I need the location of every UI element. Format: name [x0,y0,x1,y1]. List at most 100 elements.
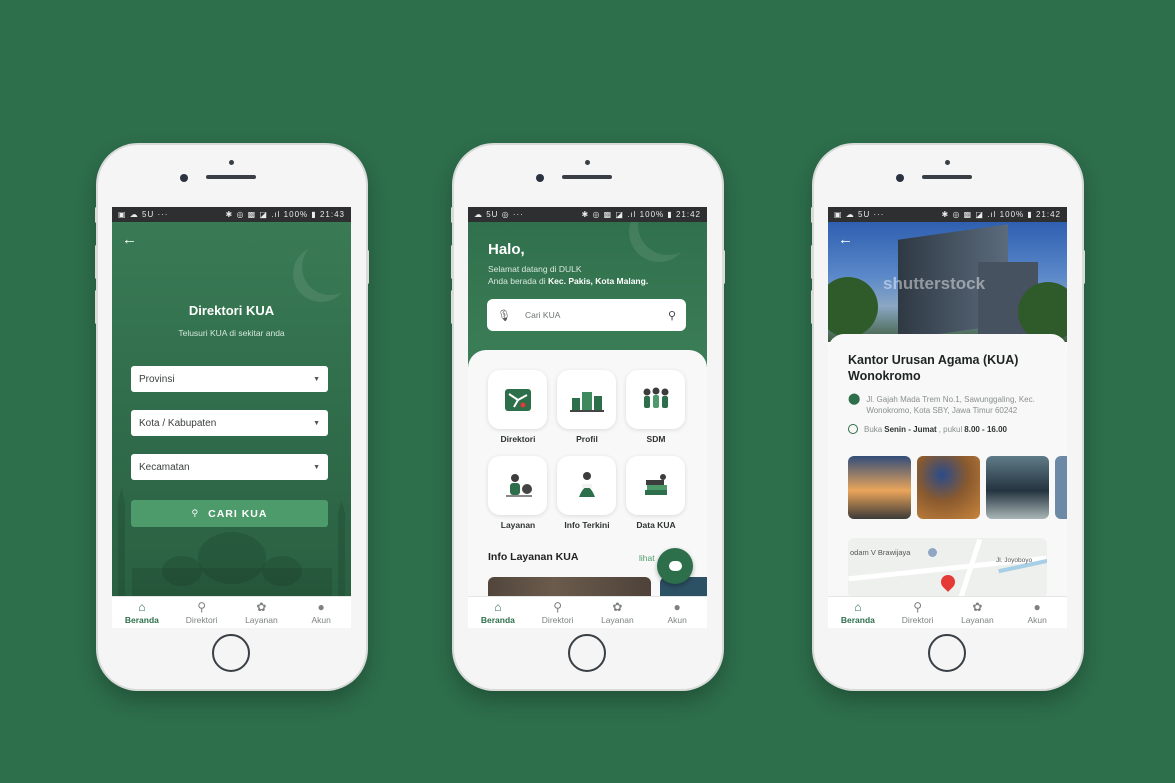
cari-kua-button[interactable]: ⚲ CARI KUA [131,500,328,527]
home-button[interactable] [568,634,606,672]
user-icon: ● [673,599,681,614]
user-icon: ● [317,599,325,614]
screen-detail-kua: ▣ ☁ 5U ··· ✱ ◎ ▩ ◪ .ıl 100% ▮ 21:42 shut… [828,207,1067,628]
menu-tile-profil[interactable] [557,370,616,429]
phone-frame-direktori: ▣ ☁ 5U ··· ✱ ◎ ▩ ◪ .ıl 100% ▮ 21:43 ← Di… [95,145,369,689]
nav-beranda[interactable]: ⌂ Beranda [468,597,528,628]
chevron-down-icon: ▼ [313,419,320,427]
search-kua-input[interactable]: 🎙 Cari KUA ⚲ [487,299,686,331]
chevron-down-icon: ▼ [313,463,320,471]
nav-direktori[interactable]: ⚲ Direktori [528,597,588,628]
kecamatan-dropdown-label: Kecamatan [139,461,190,473]
hours-prefix: Buka [864,424,883,434]
mosque-silhouette-decoration [117,488,346,596]
kecamatan-dropdown[interactable]: Kecamatan ▼ [131,454,328,480]
map-place-icon [928,548,937,557]
proximity-sensor [945,160,950,165]
address-row: ⬤ Jl. Gajah Mada Trem No.1, Sawunggaling… [848,394,1048,416]
status-left: ▣ ☁ 5U ··· [118,210,169,219]
map-pin-icon: ⚲ [913,599,923,614]
page-subtitle: Telusuri KUA di sekitar anda [178,328,285,338]
welcome-line: Selamat datang di DULK [488,264,582,274]
nav-akun[interactable]: ● Akun [1007,597,1067,628]
nav-layanan[interactable]: ✿ Layanan [588,597,648,628]
nav-direktori[interactable]: ⚲ Direktori [888,597,948,628]
handshake-icon: ✿ [612,599,623,614]
front-camera [180,174,188,182]
map-icon [504,388,531,411]
map-label: Jl. Joyoboyo [996,557,1033,564]
clock-icon [848,424,858,434]
gallery-photo[interactable] [848,456,911,519]
chat-fab-button[interactable] [657,548,693,584]
microphone-icon[interactable]: 🎙 [497,309,511,322]
nav-layanan[interactable]: ✿ Layanan [232,597,292,628]
crescent-moon-decoration [302,239,351,295]
map-pin-icon: ⚲ [197,599,207,614]
menu-label-data-kua: Data KUA [636,520,676,530]
menu-tile-sdm[interactable] [626,370,685,429]
nav-beranda[interactable]: ⌂ Beranda [828,597,888,628]
photo-watermark: shutterstock [883,274,986,293]
gallery-photo[interactable] [1055,456,1067,519]
books-icon [644,473,667,495]
menu-tile-info-terkini[interactable] [557,456,616,515]
map-pin-icon: ⚲ [553,599,563,614]
nav-label: Layanan [245,614,278,625]
chat-bubble-icon [668,561,682,571]
location-pin-icon: ⬤ [848,393,861,405]
building-icon [569,391,604,412]
gallery-photo[interactable] [917,456,980,519]
provinsi-dropdown[interactable]: Provinsi ▼ [131,366,328,392]
home-button[interactable] [212,634,250,672]
home-icon: ⌂ [494,599,502,614]
kota-kabupaten-dropdown[interactable]: Kota / Kabupaten ▼ [131,410,328,436]
nav-label: Beranda [840,614,875,625]
screen-direktori-kua: ▣ ☁ 5U ··· ✱ ◎ ▩ ◪ .ıl 100% ▮ 21:43 ← Di… [112,207,351,628]
menu-tile-direktori[interactable] [488,370,547,429]
nav-layanan[interactable]: ✿ Layanan [948,597,1008,628]
nav-label: Direktori [901,614,934,625]
proximity-sensor [229,160,234,165]
back-arrow-icon[interactable]: ← [122,231,137,248]
home-icon: ⌂ [854,599,862,614]
nav-label: Layanan [961,614,994,625]
menu-label-sdm: SDM [646,434,666,444]
service-desk-icon [505,473,532,497]
status-bar: ☁ 5U ◎ ··· ✱ ◎ ▩ ◪ .ıl 100% ▮ 21:42 [468,207,707,222]
nav-akun[interactable]: ● Akun [647,597,707,628]
menu-tile-data-kua[interactable] [626,456,685,515]
hours-mid: , pukul [938,424,963,434]
nav-direktori[interactable]: ⚲ Direktori [172,597,232,628]
home-button[interactable] [928,634,966,672]
kota-dropdown-label: Kota / Kabupaten [139,417,217,429]
search-icon[interactable]: ⚲ [668,309,676,322]
earpiece-speaker [562,175,612,179]
earpiece-speaker [206,175,256,179]
location-value: Kec. Pakis, Kota Malang. [548,276,649,286]
nav-akun[interactable]: ● Akun [291,597,351,628]
status-right: ✱ ◎ ▩ ◪ .ıl 100% ▮ 21:43 [225,210,345,219]
status-left: ▣ ☁ 5U ··· [834,210,885,219]
menu-label-layanan: Layanan [500,520,536,530]
location-line: Anda berada di Kec. Pakis, Kota Malang. [488,275,648,287]
page-title: Direktori KUA [188,303,275,318]
provinsi-dropdown-label: Provinsi [139,373,175,385]
welcome-text: Selamat datang di DULK Anda berada di Ke… [488,263,648,287]
nav-label: Beranda [124,614,159,625]
gallery-photo[interactable] [986,456,1049,519]
status-left: ☁ 5U ◎ ··· [474,210,524,219]
nav-label: Layanan [601,614,634,625]
back-arrow-icon[interactable]: ← [838,231,853,248]
status-bar: ▣ ☁ 5U ··· ✱ ◎ ▩ ◪ .ıl 100% ▮ 21:42 [828,207,1067,222]
nav-beranda[interactable]: ⌂ Beranda [112,597,172,628]
lihat-link[interactable]: lihat [639,553,655,563]
status-bar: ▣ ☁ 5U ··· ✱ ◎ ▩ ◪ .ıl 100% ▮ 21:43 [112,207,351,222]
handshake-icon: ✿ [256,599,267,614]
greeting-title: Halo, [488,241,525,258]
search-icon: ⚲ [191,508,200,518]
hours-time: 8.00 - 16.00 [964,424,1007,434]
screen-beranda: ☁ 5U ◎ ··· ✱ ◎ ▩ ◪ .ıl 100% ▮ 21:42 Halo… [468,207,707,628]
menu-tile-layanan[interactable] [488,456,547,515]
location-map[interactable]: odam V Brawijaya Jl. Joyoboyo [848,538,1047,598]
